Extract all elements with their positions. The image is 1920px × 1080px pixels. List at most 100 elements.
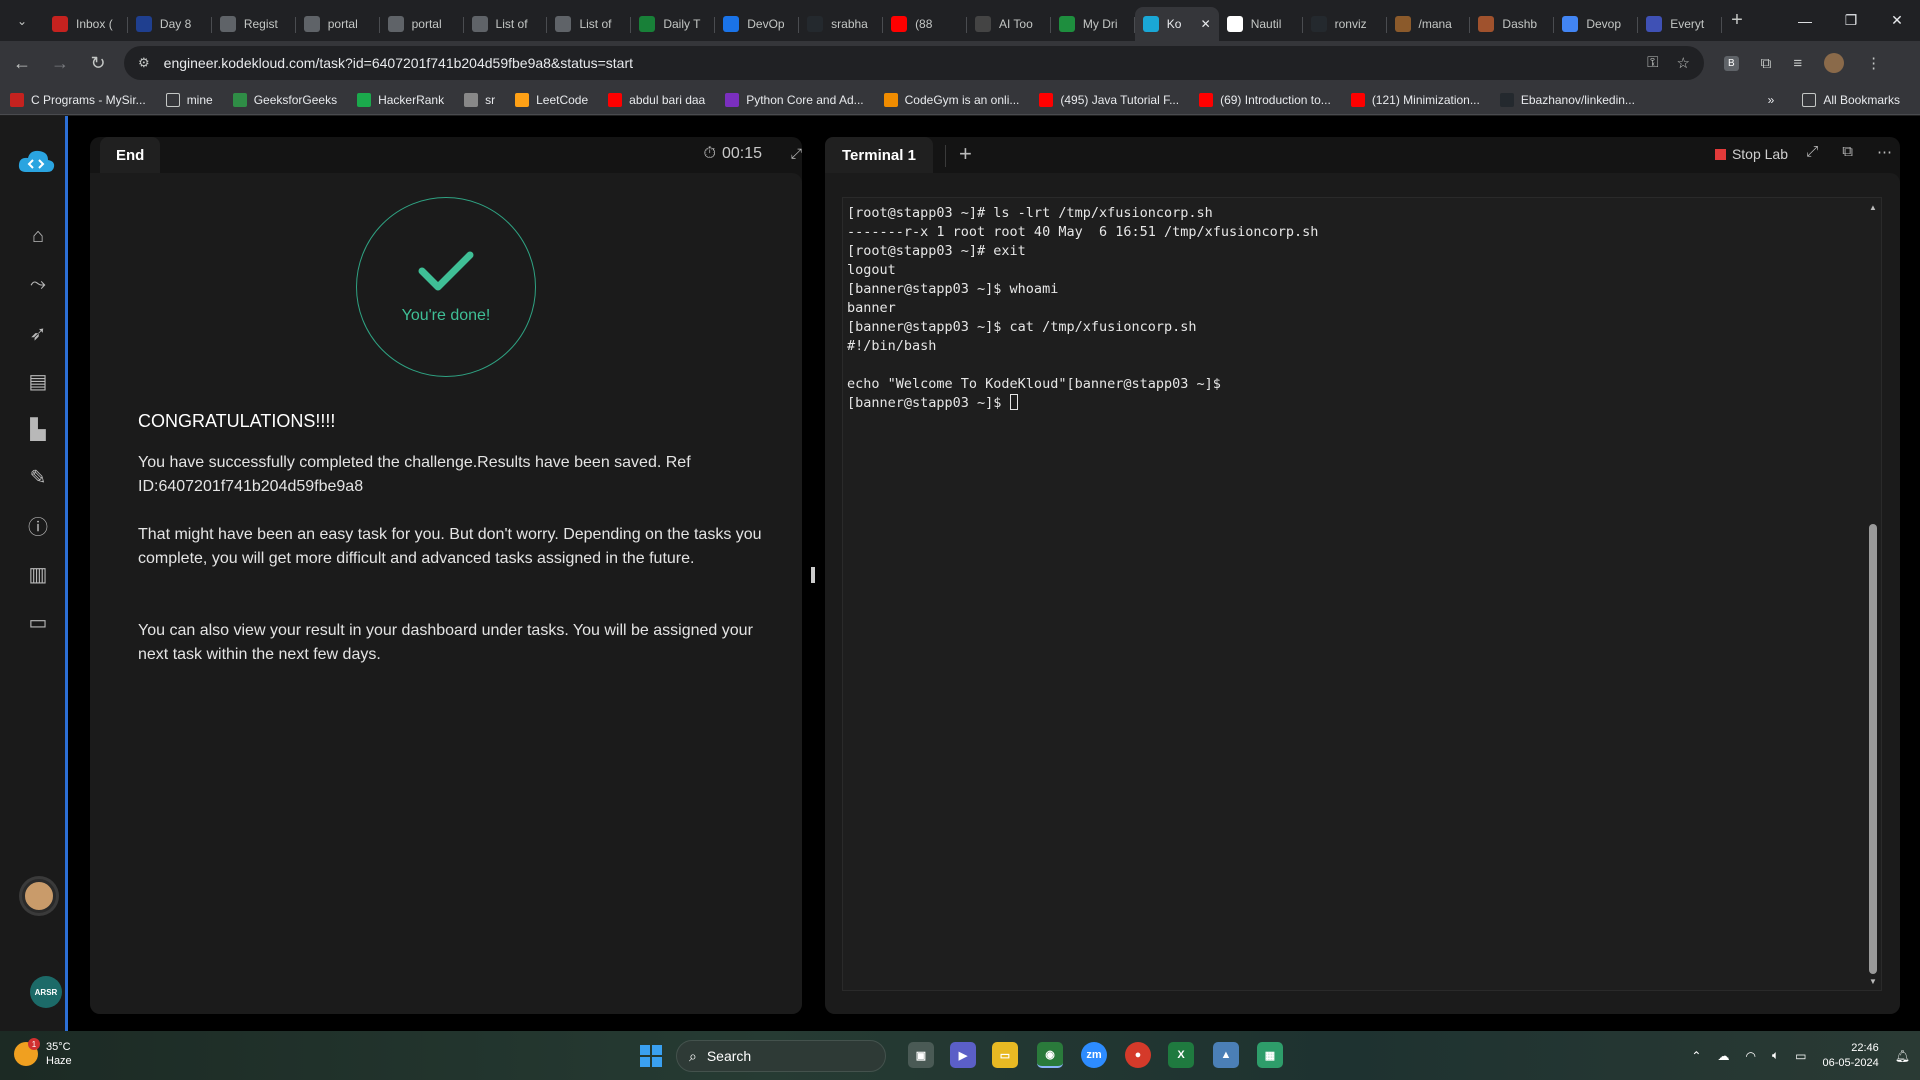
extensions-icon[interactable]: ⧉ — [1761, 55, 1772, 72]
browser-tab[interactable]: Regist — [212, 7, 296, 41]
excel-icon[interactable]: X — [1168, 1042, 1194, 1068]
scrollbar-thumb[interactable] — [1869, 524, 1877, 974]
browser-tab[interactable]: Daily T — [631, 7, 716, 41]
scroll-up-icon[interactable]: ▲ — [1869, 204, 1877, 212]
onedrive-icon[interactable]: ☁ — [1717, 1049, 1729, 1063]
browser-tab[interactable]: AI Too — [967, 7, 1051, 41]
start-button[interactable] — [640, 1045, 662, 1067]
site-info-icon[interactable]: ⚙ — [138, 55, 150, 71]
weather-widget[interactable]: 1 35°C Haze — [14, 1038, 72, 1068]
meet-icon[interactable]: ▶ — [950, 1042, 976, 1068]
leaderboard-icon[interactable]: ▙ — [26, 418, 50, 441]
bookmark-item[interactable]: CodeGym is an onli... — [883, 92, 1019, 107]
book-icon[interactable]: ▥ — [26, 563, 50, 586]
info-icon[interactable]: ⓘ — [26, 514, 50, 539]
extension-b-icon[interactable]: B — [1724, 55, 1739, 71]
terminal-screen[interactable]: [root@stapp03 ~]# ls -lrt /tmp/xfusionco… — [842, 197, 1882, 991]
browser-tab[interactable]: portal — [296, 7, 380, 41]
wifi-icon[interactable]: ◠ — [1745, 1049, 1755, 1063]
chat-icon[interactable]: ▭ — [26, 611, 50, 634]
back-icon[interactable]: ← — [6, 47, 38, 79]
browser-tab[interactable]: Inbox ( — [44, 7, 128, 41]
media-control-icon[interactable]: ≡ — [1793, 55, 1802, 72]
app-grid-icon[interactable]: ▦ — [1257, 1042, 1283, 1068]
tab-search-icon[interactable]: ⌄ — [6, 7, 38, 35]
roadmap-icon[interactable]: ⤳ — [26, 273, 50, 295]
bookmark-item[interactable]: HackerRank — [357, 92, 444, 107]
minimize-icon[interactable]: — — [1782, 0, 1828, 41]
battery-icon[interactable]: ▭ — [1795, 1049, 1806, 1063]
url-text[interactable]: engineer.kodekloud.com/task?id=6407201f7… — [164, 55, 633, 71]
browser-tab[interactable]: portal — [380, 7, 464, 41]
support-avatar[interactable] — [22, 879, 56, 913]
forward-icon[interactable]: → — [44, 47, 76, 79]
more-bookmarks-icon[interactable]: » — [1768, 93, 1775, 107]
bookmark-item[interactable]: mine — [165, 92, 213, 107]
task-view-icon[interactable]: ▣ — [908, 1042, 934, 1068]
browser-tab[interactable]: /mana — [1387, 7, 1471, 41]
chrome-icon[interactable]: ◉ — [1037, 1042, 1063, 1068]
new-tab-button[interactable]: + — [1722, 9, 1752, 32]
bookmark-item[interactable]: C Programs - MySir... — [10, 92, 146, 107]
browser-tab[interactable]: Everyt — [1638, 7, 1722, 41]
taskbar-search[interactable]: ⌕ Search — [676, 1040, 886, 1072]
bookmark-item[interactable]: GeeksforGeeks — [232, 92, 337, 107]
panel-resize-handle[interactable] — [811, 567, 815, 583]
open-external-icon[interactable]: ⧉ — [1842, 143, 1853, 161]
close-tab-icon[interactable]: ✕ — [1201, 17, 1211, 31]
tab-end[interactable]: End — [100, 137, 161, 173]
notification-bell-icon[interactable]: 🔔︎ — [1895, 1049, 1910, 1063]
browser-tab[interactable]: Day 8 — [128, 7, 212, 41]
address-bar[interactable]: ⚙ engineer.kodekloud.com/task?id=6407201… — [124, 46, 1704, 80]
expand-panel-icon[interactable]: ⤢ — [791, 145, 802, 162]
system-clock[interactable]: 22:46 06-05-2024 — [1822, 1041, 1878, 1071]
kodekloud-logo-icon[interactable] — [16, 148, 56, 176]
expand-terminal-icon[interactable]: ⤢ — [1806, 143, 1818, 161]
browser-tab[interactable]: ronviz — [1303, 7, 1387, 41]
volume-icon[interactable]: 🔈︎ — [1772, 1048, 1779, 1063]
add-terminal-icon[interactable]: + — [959, 141, 972, 167]
all-bookmarks-button[interactable]: All Bookmarks — [1802, 92, 1900, 107]
browser-tab[interactable]: List of — [547, 7, 632, 41]
bookmark-item[interactable]: (69) Introduction to... — [1199, 92, 1331, 107]
zoom-icon[interactable]: zm — [1081, 1042, 1107, 1068]
bookmark-item[interactable]: (121) Minimization... — [1350, 92, 1480, 107]
browser-tab[interactable]: DevOp — [715, 7, 800, 41]
browser-tab[interactable]: Dashb — [1470, 7, 1555, 41]
reload-icon[interactable]: ↻ — [82, 47, 114, 79]
stop-lab-button[interactable]: Stop Lab — [1714, 146, 1788, 162]
browser-tab[interactable]: List of — [464, 7, 548, 41]
password-key-icon[interactable]: ⚿ — [1647, 54, 1658, 72]
courses-icon[interactable]: ▤ — [26, 370, 50, 393]
browser-tab[interactable]: Ko ✕ — [1134, 6, 1219, 41]
tray-chevron-icon[interactable]: ⌃ — [1691, 1049, 1701, 1063]
browser-tab[interactable]: Devop — [1554, 7, 1639, 41]
bookmark-star-icon[interactable]: ☆ — [1677, 54, 1690, 72]
bookmark-item[interactable]: abdul bari daa — [608, 92, 705, 107]
bookmark-item[interactable]: LeetCode — [515, 92, 588, 107]
scroll-down-icon[interactable]: ▼ — [1869, 978, 1877, 986]
browser-tab[interactable]: (88 — [883, 7, 967, 41]
close-window-icon[interactable]: ✕ — [1874, 0, 1920, 41]
home-icon[interactable]: ⌂ — [26, 225, 50, 247]
file-explorer-icon[interactable]: ▭ — [992, 1042, 1018, 1068]
menu-dots-icon[interactable]: ⋮ — [1866, 54, 1881, 72]
browser-tab[interactable]: Nautil — [1219, 7, 1303, 41]
bookmark-label: C Programs - MySir... — [31, 92, 146, 107]
bookmark-item[interactable]: Ebazhanov/linkedin... — [1499, 92, 1635, 107]
terminal-scrollbar[interactable]: ▲ ▼ — [1867, 204, 1879, 986]
more-options-icon[interactable]: ⋯ — [1877, 143, 1892, 161]
bookmark-item[interactable]: Python Core and Ad... — [725, 92, 864, 107]
tasks-icon[interactable]: ✎ — [26, 466, 50, 489]
bookmark-item[interactable]: (495) Java Tutorial F... — [1039, 92, 1179, 107]
record-icon[interactable]: ● — [1125, 1042, 1151, 1068]
rocket-icon[interactable]: ➶ — [26, 322, 50, 345]
tab-terminal-1[interactable]: Terminal 1 — [825, 137, 933, 173]
browser-tab[interactable]: My Dri — [1051, 7, 1135, 41]
restore-icon[interactable]: ❐ — [1828, 0, 1874, 41]
photos-icon[interactable]: ▲ — [1213, 1042, 1239, 1068]
profile-avatar[interactable] — [1824, 53, 1845, 73]
bookmark-item[interactable]: sr — [464, 92, 495, 107]
user-avatar[interactable]: ARSR — [30, 976, 62, 1008]
browser-tab[interactable]: srabha — [799, 7, 883, 41]
